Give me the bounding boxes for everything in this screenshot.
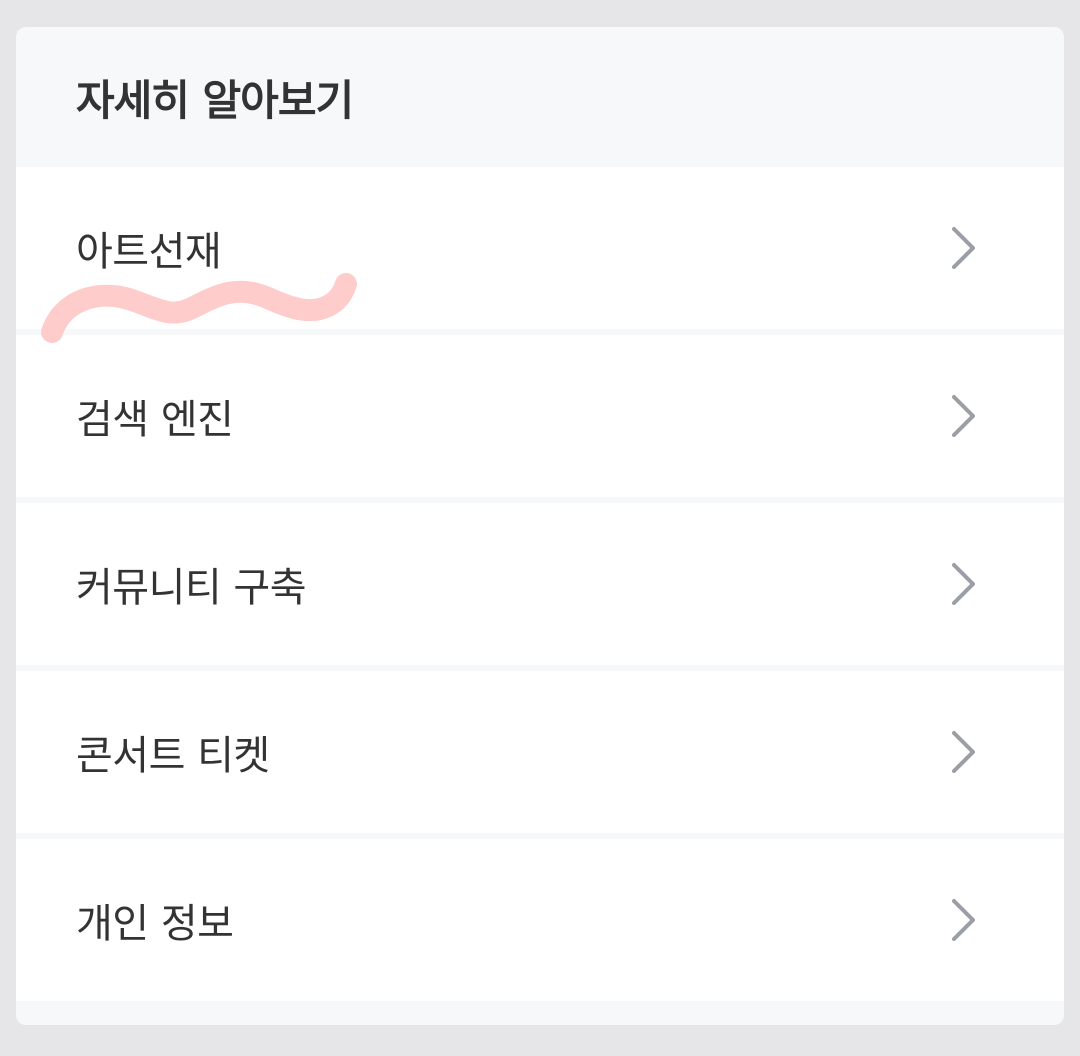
menu-item-label: 개인 정보 [76,901,234,947]
card-title: 자세히 알아보기 [76,75,354,125]
menu-item-label: 검색 엔진 [76,397,234,443]
menu-item-art-sonje[interactable]: 아트선재 [16,167,1064,329]
chevron-right-icon [946,391,980,441]
learn-more-card: 자세히 알아보기 아트선재 검색 엔진 커뮤니티 구축 콘서트 티켓 개인 정보 [16,27,1064,1025]
chevron-right-icon [946,223,980,273]
chevron-right-icon [946,559,980,609]
menu-item-concert-tickets[interactable]: 콘서트 티켓 [16,671,1064,833]
menu-item-label: 콘서트 티켓 [76,733,270,779]
chevron-right-icon [946,727,980,777]
chevron-right-icon [946,895,980,945]
menu-item-label: 커뮤니티 구축 [76,565,307,611]
menu-item-community-building[interactable]: 커뮤니티 구축 [16,503,1064,665]
card-header: 자세히 알아보기 [16,27,1064,167]
menu-item-label: 아트선재 [76,229,222,275]
menu-item-search-engine[interactable]: 검색 엔진 [16,335,1064,497]
menu-item-privacy[interactable]: 개인 정보 [16,839,1064,1001]
menu-list: 아트선재 검색 엔진 커뮤니티 구축 콘서트 티켓 개인 정보 [16,167,1064,1007]
